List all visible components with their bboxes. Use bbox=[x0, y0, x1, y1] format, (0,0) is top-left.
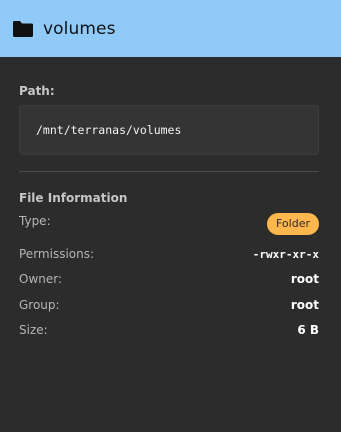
dialog-header: volumes bbox=[0, 0, 341, 57]
size-row: Size: 6 B bbox=[19, 320, 319, 340]
header-title: volumes bbox=[43, 18, 116, 39]
permissions-label: Permissions: bbox=[19, 247, 95, 261]
file-information-heading: File Information bbox=[19, 191, 128, 205]
group-label: Group: bbox=[19, 298, 60, 312]
size-label: Size: bbox=[19, 323, 48, 337]
permissions-row: Permissions: -rwxr-xr-x bbox=[19, 244, 319, 264]
owner-label: Owner: bbox=[19, 272, 63, 286]
owner-row: Owner: root bbox=[19, 269, 319, 289]
divider bbox=[19, 171, 319, 172]
group-row: Group: root bbox=[19, 295, 319, 315]
size-value: 6 B bbox=[297, 323, 319, 337]
path-label: Path: bbox=[19, 84, 55, 98]
group-value: root bbox=[290, 298, 319, 312]
owner-value: root bbox=[290, 272, 319, 286]
path-field[interactable]: /mnt/terranas/volumes bbox=[19, 105, 319, 155]
permissions-value: -rwxr-xr-x bbox=[252, 247, 319, 261]
type-row: Type: Folder bbox=[19, 213, 319, 237]
type-badge: Folder bbox=[267, 213, 319, 235]
folder-icon bbox=[12, 20, 34, 38]
type-label: Type: bbox=[19, 214, 51, 228]
